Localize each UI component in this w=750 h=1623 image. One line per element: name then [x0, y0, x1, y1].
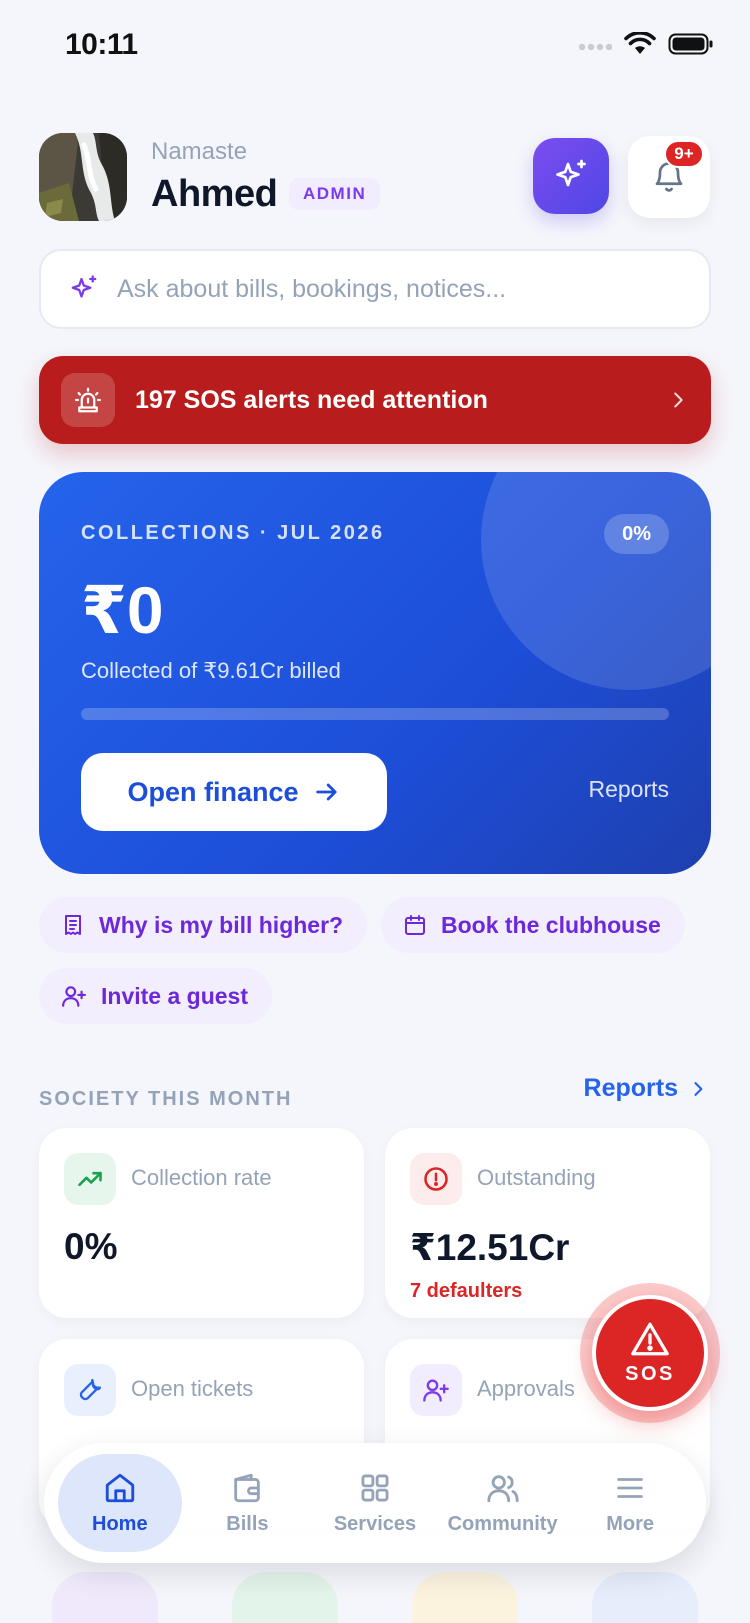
sos-alert-banner[interactable]: 197 SOS alerts need attention: [39, 356, 711, 444]
ai-assistant-button[interactable]: [533, 138, 609, 214]
signal-icon: [578, 43, 612, 51]
alert-circle-icon: [410, 1153, 462, 1205]
battery-icon: [668, 33, 713, 55]
nav-label: Home: [92, 1512, 148, 1535]
open-finance-label: Open finance: [127, 776, 299, 807]
nav-item-services[interactable]: Services: [313, 1454, 437, 1552]
trending-up-icon: [64, 1153, 116, 1205]
chip-invite-guest[interactable]: Invite a guest: [39, 968, 272, 1024]
collections-label: COLLECTIONS · JUL 2026: [81, 522, 385, 544]
user-plus-icon: [410, 1364, 462, 1416]
chip-label: Invite a guest: [101, 982, 248, 1009]
collections-percent-badge: 0%: [604, 514, 669, 554]
stat-value: ₹12.51Cr: [410, 1227, 570, 1268]
collections-subtitle: Collected of ₹9.61Cr billed: [81, 658, 341, 683]
society-reports-label: Reports: [583, 1074, 678, 1102]
stat-label: Approvals: [477, 1376, 575, 1401]
wrench-icon: [64, 1364, 116, 1416]
wifi-icon: [624, 32, 656, 54]
section-title: SOCIETY THIS MONTH: [39, 1088, 293, 1110]
role-badge: ADMIN: [289, 178, 381, 210]
wallet-icon: [234, 1473, 261, 1502]
nav-item-home[interactable]: Home: [57, 1454, 182, 1552]
collections-progress-bar: [81, 708, 669, 720]
receipt-icon: [65, 915, 81, 935]
tile-peek: [412, 1572, 518, 1623]
arrow-right-icon: [315, 783, 337, 801]
users-icon: [486, 1474, 519, 1502]
notification-badge: 9+: [664, 140, 704, 168]
status-time: 10:11: [65, 28, 138, 61]
stat-label: Outstanding: [477, 1165, 596, 1190]
status-icons: [578, 32, 714, 56]
society-reports-link[interactable]: Reports: [584, 1074, 708, 1103]
siren-icon: [61, 373, 115, 427]
stat-label: Collection rate: [131, 1165, 272, 1190]
stat-value: 0%: [64, 1226, 118, 1267]
tile-peek: [592, 1572, 698, 1623]
collections-reports-link[interactable]: Reports: [588, 776, 669, 803]
menu-icon: [617, 1477, 643, 1498]
warning-triangle-icon: [631, 1322, 669, 1355]
calendar-icon: [405, 915, 425, 935]
user-plus-icon: [62, 986, 86, 1007]
stat-card-collection-rate[interactable]: Collection rate 0%: [39, 1128, 364, 1318]
sos-button[interactable]: SOS: [592, 1295, 708, 1411]
greeting-text: Namaste: [151, 138, 248, 165]
search-placeholder: Ask about bills, bookings, notices...: [117, 274, 507, 303]
nav-label: Services: [333, 1512, 417, 1535]
tile-peek: [52, 1572, 158, 1623]
chevron-right-icon: [694, 1081, 703, 1096]
open-finance-button[interactable]: Open finance: [81, 753, 387, 831]
home-icon: [105, 1473, 134, 1502]
avatar[interactable]: [39, 133, 127, 221]
collections-card: COLLECTIONS · JUL 2026 0% ₹0 Collected o…: [39, 472, 711, 874]
user-name: Ahmed: [151, 173, 278, 215]
bottom-navigation: Home Bills Services Community More: [44, 1443, 706, 1563]
tile-peek: [232, 1572, 338, 1623]
nav-label: More: [606, 1512, 655, 1535]
chip-book-clubhouse[interactable]: Book the clubhouse: [381, 897, 685, 953]
grid-icon: [361, 1474, 389, 1501]
sparkles-icon: [71, 275, 97, 298]
decorative-circle: [481, 472, 711, 690]
chip-label: Why is my bill higher?: [99, 911, 344, 938]
chip-label: Book the clubhouse: [441, 911, 661, 938]
nav-item-bills[interactable]: Bills: [185, 1454, 309, 1552]
nav-label: Community: [447, 1512, 558, 1535]
nav-item-more[interactable]: More: [568, 1454, 692, 1552]
sos-alert-text: 197 SOS alerts need attention: [135, 385, 488, 414]
nav-item-community[interactable]: Community: [441, 1454, 565, 1552]
stat-label: Open tickets: [131, 1376, 254, 1401]
nav-label: Bills: [226, 1512, 269, 1535]
stat-note: 7 defaulters: [410, 1280, 523, 1302]
sos-button-label: SOS: [625, 1362, 675, 1385]
chevron-right-icon: [674, 392, 683, 408]
sparkles-icon: [556, 159, 586, 187]
ask-ai-search[interactable]: Ask about bills, bookings, notices...: [39, 249, 711, 329]
chip-bill-higher[interactable]: Why is my bill higher?: [39, 897, 368, 953]
collected-amount: ₹0: [81, 573, 164, 647]
